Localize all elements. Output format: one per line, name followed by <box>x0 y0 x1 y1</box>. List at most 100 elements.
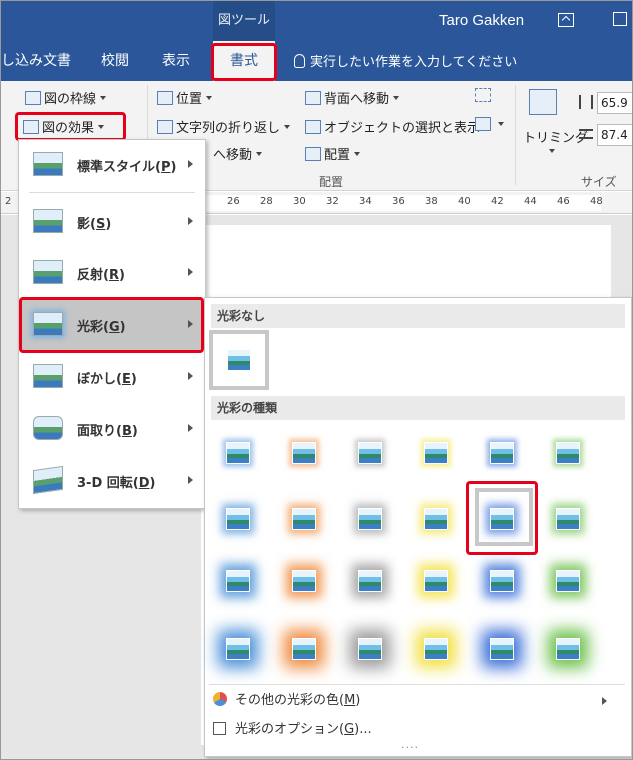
rotate-icon <box>475 117 491 131</box>
tell-me-box[interactable]: 実行したい作業を入力してください <box>294 51 517 70</box>
glow-gallery-submenu: 光彩なし 光彩の種類 その他の光彩の色(M) 光彩のオプション(G)... ..… <box>204 297 632 757</box>
dropdown-caret-icon <box>98 125 105 129</box>
menu-item-soft-edges[interactable]: ぼかし(E) <box>21 352 203 402</box>
glow-thumbnail <box>292 570 316 592</box>
wrap-text-icon <box>157 120 173 134</box>
glow-variation-option[interactable] <box>349 628 391 670</box>
menu-item-preset[interactable]: 標準スタイル(P) <box>21 140 203 190</box>
glow-variation-option[interactable] <box>415 628 457 670</box>
dropdown-caret-icon <box>393 96 400 100</box>
user-name[interactable]: Taro Gakken <box>439 12 524 29</box>
height-icon <box>579 95 593 109</box>
ruler-tick-label: 26 <box>227 196 240 207</box>
position-button[interactable]: 位置 <box>157 88 213 107</box>
glow-thumbnail <box>292 508 316 530</box>
position-icon <box>157 91 173 105</box>
selection-pane-button[interactable]: オブジェクトの選択と表示 <box>305 117 480 136</box>
wrap-text-label: 文字列の折り返し <box>176 121 281 136</box>
glow-variation-option[interactable] <box>349 432 391 474</box>
ruler-tick-label: 38 <box>425 196 438 207</box>
no-glow-header: 光彩なし <box>211 304 625 328</box>
glow-thumbnail <box>556 570 580 592</box>
glow-variation-option[interactable] <box>349 560 391 602</box>
tab-format[interactable]: 書式 <box>213 41 275 81</box>
rotate-button[interactable] <box>475 117 504 133</box>
glow-thumbnail <box>490 442 514 464</box>
selection-pane-label: オブジェクトの選択と表示 <box>324 121 481 136</box>
glow-variation-option[interactable] <box>283 432 325 474</box>
glow-variation-option[interactable] <box>217 628 259 670</box>
ruler-tick-label: 28 <box>260 196 273 207</box>
tab-mailings[interactable]: し込み文書 <box>1 50 71 70</box>
glow-variation-option[interactable] <box>481 560 523 602</box>
align-button[interactable]: 配置 <box>305 144 361 163</box>
glow-variation-option[interactable] <box>283 628 325 670</box>
glow-variation-option[interactable] <box>481 628 523 670</box>
menu-item-shadow[interactable]: 影(S) <box>21 197 203 247</box>
soft-edges-icon <box>33 364 63 388</box>
arrange-group-label: 配置 <box>319 175 344 189</box>
glow-icon <box>33 312 63 336</box>
glow-variation-option[interactable] <box>415 432 457 474</box>
glow-thumbnail <box>292 638 316 660</box>
word-window: 図ツール Taro Gakken し込み文書 校閲 表示 実行したい作業を入力し… <box>0 0 633 760</box>
resize-grip[interactable]: .... <box>401 738 419 751</box>
menu-item-3d-rotation[interactable]: 3-D 回転(D) <box>21 456 203 506</box>
tab-review[interactable]: 校閲 <box>101 50 129 70</box>
glow-variation-option[interactable] <box>217 560 259 602</box>
glow-options-item[interactable]: 光彩のオプション(G)... <box>213 718 513 742</box>
height-input[interactable]: 65.9 <box>597 92 632 114</box>
picture-border-button[interactable]: 図の枠線 <box>25 88 107 107</box>
glow-variation-option[interactable] <box>547 560 589 602</box>
glow-variation-option[interactable] <box>217 432 259 474</box>
send-backward-button[interactable]: 背面へ移動 <box>305 88 400 107</box>
3d-rotation-icon <box>33 465 63 495</box>
width-input[interactable]: 87.4 <box>597 124 632 146</box>
menu-item-label: 3-D 回転(D) <box>77 476 156 491</box>
glow-variation-option[interactable] <box>547 432 589 474</box>
glow-variation-option[interactable] <box>283 560 325 602</box>
glow-variation-option[interactable] <box>415 498 457 540</box>
picture-effects-button[interactable]: 図の効果 <box>23 117 105 136</box>
glow-variation-option[interactable] <box>415 560 457 602</box>
bring-forward-label: へ移動 <box>213 148 253 163</box>
picture-border-icon <box>25 91 41 105</box>
menu-item-label: 面取り(B) <box>77 424 138 439</box>
glow-thumbnail <box>358 638 382 660</box>
glow-thumbnail <box>358 508 382 530</box>
submenu-arrow-icon <box>188 320 193 328</box>
reflection-icon <box>33 260 63 284</box>
send-backward-label: 背面へ移動 <box>324 92 390 107</box>
no-glow-option[interactable] <box>209 330 269 390</box>
glow-thumbnail <box>490 638 514 660</box>
selected-glow-frame <box>475 488 533 546</box>
tab-view[interactable]: 表示 <box>162 50 190 70</box>
dropdown-caret-icon <box>100 96 107 100</box>
color-palette-icon <box>213 692 227 706</box>
glow-variation-option[interactable] <box>217 498 259 540</box>
restore-window-icon[interactable] <box>613 12 627 26</box>
menu-item-glow[interactable]: 光彩(G) <box>21 300 203 350</box>
glow-variation-option[interactable] <box>547 628 589 670</box>
glow-variation-option[interactable] <box>481 432 523 474</box>
more-glow-colors-item[interactable]: その他の光彩の色(M) <box>213 689 625 713</box>
dropdown-caret-icon <box>354 152 361 156</box>
menu-item-reflection[interactable]: 反射(R) <box>21 248 203 298</box>
menu-item-label: 光彩(G) <box>77 320 126 335</box>
glow-variation-option[interactable] <box>349 498 391 540</box>
group-objects-button[interactable] <box>475 88 494 104</box>
align-label: 配置 <box>324 148 351 163</box>
dropdown-caret-icon <box>256 152 263 156</box>
ruler-tick-label: 46 <box>557 196 570 207</box>
glow-thumbnail <box>226 570 250 592</box>
ribbon-tab-bar: し込み文書 校閲 表示 実行したい作業を入力してください <box>1 41 632 81</box>
submenu-arrow-icon <box>188 372 193 380</box>
ribbon-display-options-icon[interactable] <box>558 13 574 27</box>
wrap-text-button[interactable]: 文字列の折り返し <box>157 117 291 136</box>
glow-thumbnail <box>556 442 580 464</box>
bring-forward-button[interactable]: へ移動 <box>213 144 263 163</box>
ruler-tick-label: 48 <box>590 196 603 207</box>
menu-item-bevel[interactable]: 面取り(B) <box>21 404 203 454</box>
glow-variation-option[interactable] <box>547 498 589 540</box>
glow-variation-option[interactable] <box>283 498 325 540</box>
